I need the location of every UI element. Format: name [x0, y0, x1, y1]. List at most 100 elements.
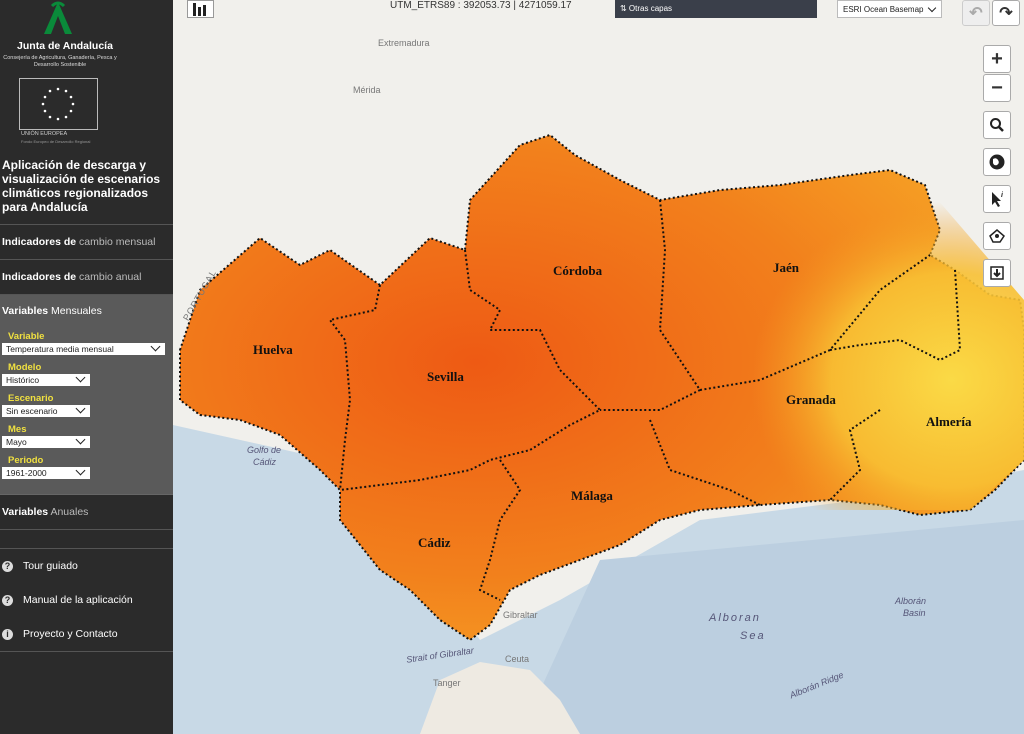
section-label: Indicadores de: [2, 236, 77, 248]
place-gibraltar: Gibraltar: [503, 610, 538, 620]
section-label: Indicadores de: [2, 271, 77, 283]
download-button[interactable]: [983, 259, 1011, 287]
select-value: Histórico: [6, 375, 40, 385]
province-almeria: Almería: [926, 414, 972, 429]
undo-button[interactable]: ↶: [962, 0, 990, 26]
section-sublabel: cambio mensual: [76, 236, 156, 248]
province-malaga: Málaga: [571, 488, 613, 503]
place-extremadura: Extremadura: [378, 38, 430, 48]
svg-text:i: i: [1001, 192, 1004, 199]
map-svg: [173, 133, 1024, 734]
plus-icon: +: [991, 47, 1003, 70]
periodo-label: Periodo: [8, 455, 44, 466]
mes-select[interactable]: Mayo: [2, 434, 90, 448]
info-icon: i: [2, 628, 13, 640]
redo-button[interactable]: ↷: [992, 0, 1020, 26]
chart-button[interactable]: [187, 0, 214, 18]
cursor-info-icon: i: [992, 192, 1004, 207]
modelo-select[interactable]: Histórico: [2, 372, 90, 386]
polygon-hand-icon: [989, 229, 1005, 243]
select-value: 1961-2000: [6, 468, 47, 478]
eu-fund: Fondo Europeo de Desarrollo Regional: [21, 139, 91, 144]
contact-link[interactable]: i Proyecto y Contacto: [0, 617, 173, 652]
place-merida: Mérida: [353, 85, 381, 95]
download-icon: [990, 266, 1004, 280]
province-sevilla: Sevilla: [427, 369, 464, 384]
sidebar: Junta de Andalucía Consejería de Agricul…: [0, 0, 173, 734]
zoom-out-button[interactable]: −: [983, 74, 1011, 102]
label-basin: Basin: [903, 608, 926, 618]
select-value: Mayo: [6, 437, 27, 447]
minus-icon: −: [991, 76, 1003, 99]
chevron-down-icon: [75, 403, 86, 414]
label-alboran-basin: Alborán: [895, 596, 927, 606]
link-label: Tour guiado: [23, 560, 78, 572]
chevron-down-icon: [927, 3, 937, 13]
label-sea: Sea: [740, 630, 766, 642]
identify-button[interactable]: i: [983, 185, 1011, 213]
zoom-in-button[interactable]: +: [983, 45, 1011, 73]
periodo-select[interactable]: 1961-2000: [2, 465, 90, 479]
place-tanger: Tanger: [433, 678, 461, 688]
link-label: Proyecto y Contacto: [23, 628, 118, 640]
section-indicadores-mensual[interactable]: Indicadores de cambio mensual: [0, 225, 173, 260]
variable-select[interactable]: Temperatura media mensual: [2, 341, 165, 355]
province-granada: Granada: [786, 392, 836, 407]
eu-caption: UNIÓN EUROPEA: [21, 131, 68, 137]
section-sublabel: cambio anual: [76, 271, 142, 283]
section-header[interactable]: Variables Mensuales: [0, 295, 173, 327]
redo-icon: ↷: [999, 5, 1013, 22]
coordinates-readout: UTM_ETRS89 : 392053.73 | 4271059.17: [390, 0, 572, 11]
org-subtitle: Consejería de Agricultura, Ganadería, Pe…: [3, 55, 117, 68]
province-cordoba: Córdoba: [553, 263, 603, 278]
eu-flag-icon: [19, 78, 98, 130]
bar-chart-icon: [193, 3, 206, 16]
logo-block: Junta de Andalucía Consejería de Agricul…: [0, 0, 173, 152]
province-jaen: Jaén: [773, 260, 799, 275]
tour-link[interactable]: ? Tour guiado: [0, 549, 173, 583]
province-cadiz: Cádiz: [418, 535, 451, 550]
globe-button[interactable]: [983, 148, 1011, 176]
mes-label: Mes: [8, 424, 27, 435]
globe-icon: [989, 154, 1005, 170]
link-label: Manual de la aplicación: [23, 594, 133, 606]
undo-icon: ↶: [969, 5, 983, 22]
measure-button[interactable]: [983, 222, 1011, 250]
basemap-select[interactable]: ESRI Ocean Basemap: [837, 0, 942, 18]
app-title: Aplicación de descarga y visualización d…: [0, 152, 173, 225]
select-value: Sin escenario: [6, 406, 58, 416]
east-cool-zone: [660, 185, 1024, 510]
select-value: Temperatura media mensual: [6, 344, 114, 354]
other-layers-button[interactable]: ⇅ Otras capas: [615, 0, 817, 18]
divider: [0, 530, 173, 549]
chevron-down-icon: [75, 434, 86, 445]
map-canvas[interactable]: Extremadura Mérida PORTUGAL Huelva Sevil…: [173, 0, 1024, 734]
help-icon: ?: [2, 560, 13, 572]
chevron-down-icon: [75, 372, 86, 383]
org-name: Junta de Andalucía: [17, 40, 113, 52]
escenario-label: Escenario: [8, 393, 54, 404]
modelo-label: Modelo: [8, 362, 42, 373]
section-variables-mensuales: Variables Mensuales Variable Temperatura…: [0, 295, 173, 495]
chevron-down-icon: [150, 341, 161, 352]
place-ceuta: Ceuta: [505, 654, 530, 664]
zoom-extent-button[interactable]: [983, 111, 1011, 139]
section-indicadores-anual[interactable]: Indicadores de cambio anual: [0, 260, 173, 295]
section-label: Variables: [2, 506, 49, 518]
section-sublabel: Mensuales: [48, 305, 102, 317]
chevron-down-icon: [75, 465, 86, 476]
section-sublabel: Anuales: [48, 506, 89, 518]
label-golfo-2: Cádiz: [253, 457, 277, 467]
select-value: ESRI Ocean Basemap: [843, 5, 924, 14]
label-alboran: Alboran: [709, 612, 761, 624]
zoom-magnifier-icon: [990, 118, 1004, 132]
province-huelva: Huelva: [253, 342, 293, 357]
label-golfo: Golfo de: [247, 445, 282, 455]
help-icon: ?: [2, 594, 13, 606]
escenario-select[interactable]: Sin escenario: [2, 403, 90, 417]
manual-link[interactable]: ? Manual de la aplicación: [0, 583, 173, 617]
variable-label: Variable: [8, 331, 45, 342]
junta-logo-icon: [44, 1, 72, 34]
section-label: Variables: [2, 305, 49, 317]
section-variables-anuales[interactable]: Variables Anuales: [0, 495, 173, 530]
